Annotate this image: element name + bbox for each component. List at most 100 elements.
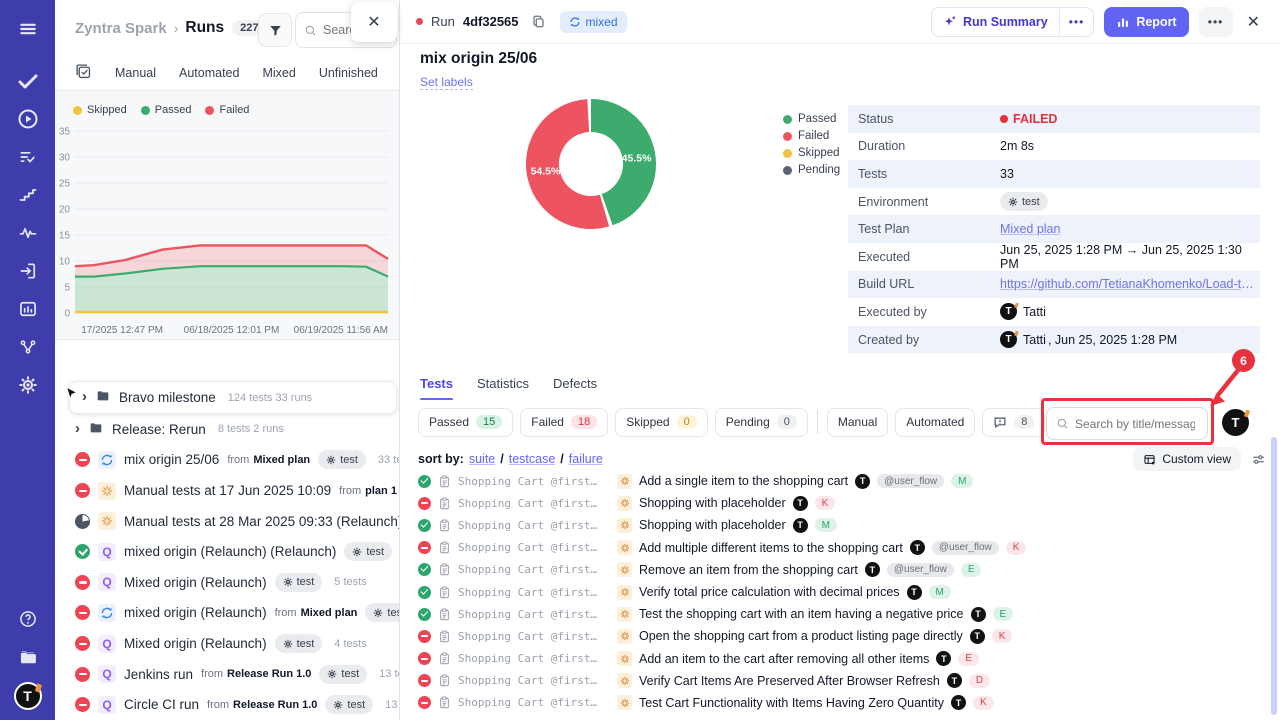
test-label-chip[interactable]: M [929, 585, 951, 599]
detail-link[interactable]: Mixed plan [1000, 222, 1060, 236]
test-label-chip[interactable]: K [992, 629, 1013, 643]
close-popover-button[interactable]: ✕ [351, 2, 397, 42]
test-row[interactable]: Shopping Cart @first… Test Cart Function… [418, 692, 1266, 714]
test-status-passed-icon [418, 608, 431, 621]
run-row[interactable]: Q Mixed origin (Relaunch)test4 tests [55, 628, 399, 659]
test-row[interactable]: Shopping Cart @first… Add an item to the… [418, 648, 1266, 670]
more-actions-button[interactable]: ••• [1199, 7, 1233, 37]
copy-icon[interactable] [531, 14, 546, 29]
test-label-chip[interactable]: M [815, 518, 837, 532]
from-label: from [207, 699, 229, 711]
folder-icon [95, 388, 111, 407]
tests-search-input[interactable] [1075, 417, 1195, 431]
menu-icon[interactable] [0, 10, 55, 48]
filter-automated[interactable]: Automated [895, 408, 975, 437]
tab-tests[interactable]: Tests [420, 376, 453, 400]
test-label-chip[interactable]: K [1006, 541, 1027, 555]
gear-icon[interactable] [0, 366, 55, 404]
detail-link[interactable]: https://github.com/TetianaKhomenko/Load-… [1000, 277, 1260, 291]
run-row[interactable]: mix origin 25/06fromMixed plantest33 tes… [55, 445, 399, 476]
test-label-chip[interactable]: D [969, 674, 990, 688]
test-label-chip[interactable]: E [993, 607, 1014, 621]
pulse-icon[interactable] [0, 214, 55, 252]
test-row[interactable]: Shopping Cart @first… Test the shopping … [418, 603, 1266, 625]
run-row[interactable]: Manual tests at 28 Mar 2025 09:33 (Relau… [55, 506, 399, 537]
test-row[interactable]: Shopping Cart @first… Verify total price… [418, 581, 1266, 603]
runs-tab-automated[interactable]: Automated [179, 66, 239, 80]
filter-pending[interactable]: Pending0 [715, 408, 808, 437]
donut-legend-skipped[interactable]: Skipped [783, 147, 840, 159]
run-summary-button[interactable]: Run Summary [932, 15, 1059, 29]
test-row[interactable]: Shopping Cart @first… Remove an item fro… [418, 559, 1266, 581]
tests-search[interactable] [1046, 407, 1208, 440]
steps-icon[interactable] [0, 176, 55, 214]
scrollbar[interactable] [1271, 437, 1277, 715]
list-check-icon[interactable] [0, 138, 55, 176]
milestone-row[interactable]: › Bravo milestone 124 tests 33 runs [69, 381, 397, 414]
dashboard-chart-icon[interactable] [0, 290, 55, 328]
branch-icon[interactable] [0, 328, 55, 366]
runs-tab-manual[interactable]: Manual [115, 66, 156, 80]
test-row[interactable]: Shopping Cart @first… Open the shopping … [418, 625, 1266, 647]
run-summary-more-button[interactable]: ••• [1059, 8, 1094, 36]
run-row[interactable]: Manual tests at 17 Jun 2025 10:09frompla… [55, 475, 399, 506]
test-label-chip[interactable]: E [961, 563, 982, 577]
user-avatar[interactable]: T [14, 682, 42, 710]
sort-link-failure[interactable]: failure [569, 452, 603, 466]
filter-comment-exclaim[interactable]: 8 [982, 408, 1045, 437]
filter-passed[interactable]: Passed15 [418, 408, 513, 437]
view-settings-icon[interactable] [1251, 452, 1266, 467]
tests-filter-avatar[interactable]: T [1222, 409, 1249, 436]
test-row[interactable]: Shopping Cart @first… Shopping with plac… [418, 492, 1266, 514]
tab-defects[interactable]: Defects [553, 376, 597, 400]
tab-statistics[interactable]: Statistics [477, 376, 529, 400]
play-circle-icon[interactable] [0, 100, 55, 138]
run-row[interactable]: mixed origin (Relaunch)fromMixed plantes… [55, 598, 399, 629]
test-row[interactable]: Shopping Cart @first… Add a single item … [418, 470, 1266, 492]
filter-skipped[interactable]: Skipped0 [615, 408, 708, 437]
donut-legend-failed[interactable]: Failed [783, 130, 840, 142]
help-icon[interactable] [0, 600, 55, 638]
chevron-right-icon[interactable]: › [82, 389, 87, 404]
close-panel-icon[interactable]: ✕ [1243, 10, 1264, 34]
test-label-chip[interactable]: E [958, 652, 979, 666]
test-label-chip[interactable]: @user_flow [877, 474, 944, 488]
launch-import-icon[interactable] [0, 252, 55, 290]
sort-link-testcase[interactable]: testcase [509, 452, 556, 466]
legend-failed[interactable]: Failed [205, 104, 249, 116]
donut-legend-passed[interactable]: Passed [783, 113, 840, 125]
check-icon[interactable] [0, 62, 55, 100]
legend-skipped[interactable]: Skipped [73, 104, 127, 116]
breadcrumb-workspace[interactable]: Zyntra Spark [75, 20, 167, 37]
filter-manual[interactable]: Manual [827, 408, 888, 437]
runs-tab-mixed[interactable]: Mixed [262, 66, 295, 80]
run-row[interactable]: Q Jenkins runfromRelease Run 1.0test13 t… [55, 659, 399, 690]
run-type-badge[interactable]: mixed [560, 11, 627, 33]
chevron-right-icon[interactable]: › [75, 421, 80, 436]
set-labels-link[interactable]: Set labels [420, 75, 473, 90]
filter-failed[interactable]: Failed18 [520, 408, 608, 437]
runs-tab-unfinished[interactable]: Unfinished [319, 66, 378, 80]
report-button[interactable]: Report [1104, 7, 1188, 37]
filter-button[interactable] [258, 13, 292, 47]
test-label-chip[interactable]: M [951, 474, 973, 488]
run-row[interactable]: Q Circle CI runfromRelease Run 1.0test13… [55, 689, 399, 720]
folder-icon[interactable] [0, 638, 55, 676]
run-row[interactable]: Q mixed origin (Relaunch) (Relaunch)test [55, 536, 399, 567]
from-label: from [275, 607, 297, 619]
test-label-chip[interactable]: @user_flow [887, 563, 954, 577]
test-row[interactable]: Shopping Cart @first… Shopping with plac… [418, 514, 1266, 536]
test-row[interactable]: Shopping Cart @first… Add multiple diffe… [418, 537, 1266, 559]
milestone-row[interactable]: › Release: Rerun 8 tests 2 runs [55, 414, 399, 445]
run-row[interactable]: Q Mixed origin (Relaunch)test5 tests [55, 567, 399, 598]
sort-link-suite[interactable]: suite [469, 452, 495, 466]
test-label-chip[interactable]: K [815, 496, 836, 510]
svg-text:15: 15 [59, 231, 71, 242]
test-row[interactable]: Shopping Cart @first… Verify Cart Items … [418, 670, 1266, 692]
select-all-icon[interactable] [75, 63, 92, 83]
test-label-chip[interactable]: @user_flow [932, 541, 999, 555]
custom-view-button[interactable]: Custom view [1133, 447, 1241, 471]
legend-passed[interactable]: Passed [141, 104, 192, 116]
test-label-chip[interactable]: K [973, 696, 994, 710]
donut-legend-pending[interactable]: Pending [783, 164, 840, 176]
